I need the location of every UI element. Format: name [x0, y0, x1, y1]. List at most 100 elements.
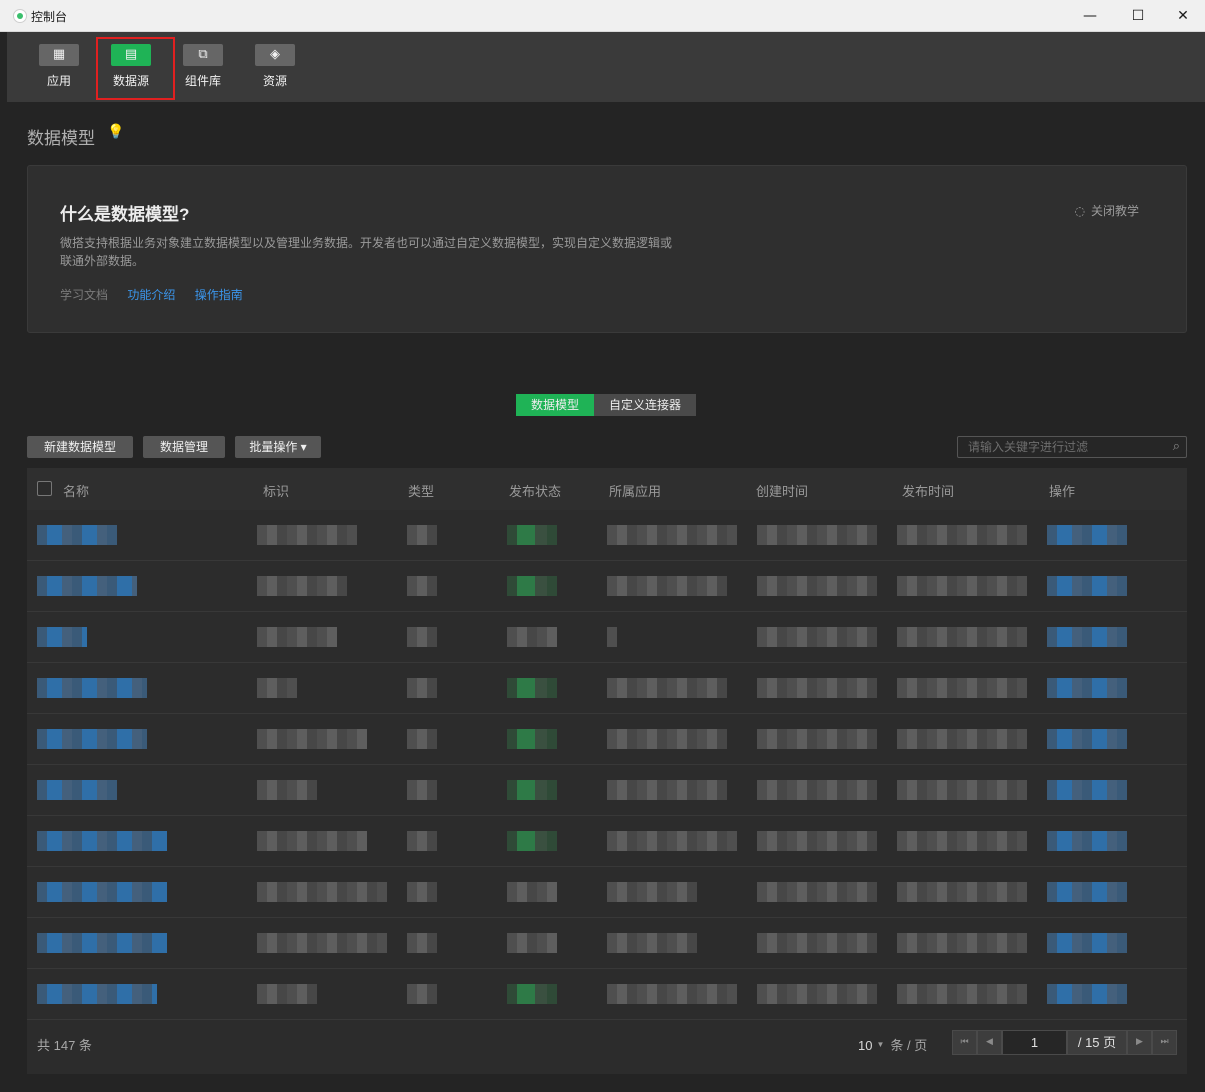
cell-name[interactable]: [37, 576, 137, 596]
table-row[interactable]: [27, 663, 1187, 714]
cell-name[interactable]: [37, 780, 117, 800]
tab-custom-connector[interactable]: 自定义连接器: [594, 394, 697, 416]
tab-data-model[interactable]: 数据模型: [516, 394, 595, 416]
prev-page-button[interactable]: ◀: [977, 1030, 1002, 1055]
cell-actions[interactable]: [1047, 831, 1127, 851]
column-header-created-time[interactable]: 创建时间: [756, 481, 808, 500]
cell-name[interactable]: [37, 882, 167, 902]
search-box: ⌕: [957, 436, 1187, 458]
cell-publish-status: [507, 525, 557, 545]
cell-identifier: [257, 831, 367, 851]
cell-name[interactable]: [37, 627, 87, 647]
table-row[interactable]: [27, 714, 1187, 765]
cell-actions[interactable]: [1047, 984, 1127, 1004]
cell-identifier: [257, 678, 297, 698]
lightbulb-icon[interactable]: 💡: [107, 124, 124, 142]
cell-actions[interactable]: [1047, 678, 1127, 698]
cell-name[interactable]: [37, 933, 167, 953]
toolbar-item-apps[interactable]: ▦ 应用: [29, 44, 89, 89]
cell-publish-status: [507, 780, 557, 800]
next-page-button[interactable]: ▶: [1127, 1030, 1152, 1055]
cell-app: [607, 627, 617, 647]
page-size-select[interactable]: 10 ▼ 条 / 页: [858, 1035, 927, 1054]
cell-actions[interactable]: [1047, 627, 1127, 647]
cell-actions[interactable]: [1047, 729, 1127, 749]
column-header-identifier[interactable]: 标识: [263, 481, 289, 500]
intro-card: 什么是数据模型? 微搭支持根据业务对象建立数据模型以及管理业务数据。开发者也可以…: [27, 165, 1187, 333]
cell-actions[interactable]: [1047, 780, 1127, 800]
toolbar-item-resources[interactable]: ◈ 资源: [245, 44, 305, 89]
first-page-button[interactable]: ⏮: [952, 1030, 977, 1055]
maximize-button[interactable]: ☐: [1115, 0, 1161, 32]
page-title: 数据模型: [27, 129, 95, 148]
cell-actions[interactable]: [1047, 576, 1127, 596]
cell-publish-status: [507, 678, 557, 698]
cell-actions[interactable]: [1047, 882, 1127, 902]
cell-name[interactable]: [37, 729, 147, 749]
highlight-annotation: [96, 37, 175, 100]
cell-type: [407, 576, 437, 596]
cell-published-time: [897, 984, 1027, 1004]
table-row[interactable]: [27, 510, 1187, 561]
new-model-button[interactable]: 新建数据模型: [27, 436, 133, 458]
column-header-name[interactable]: 名称: [63, 481, 89, 500]
table-row[interactable]: [27, 612, 1187, 663]
cell-type: [407, 933, 437, 953]
table-row[interactable]: [27, 765, 1187, 816]
table-row[interactable]: [27, 867, 1187, 918]
cell-identifier: [257, 882, 387, 902]
last-page-button[interactable]: ⏭: [1152, 1030, 1177, 1055]
select-all-checkbox[interactable]: [37, 481, 52, 496]
cell-actions[interactable]: [1047, 933, 1127, 953]
app-logo-icon: [13, 9, 27, 23]
column-header-type[interactable]: 类型: [408, 481, 434, 500]
table-row[interactable]: [27, 969, 1187, 1020]
cell-name[interactable]: [37, 831, 167, 851]
current-page-input[interactable]: 1: [1002, 1030, 1067, 1055]
model-tabs: 数据模型 自定义连接器: [516, 394, 697, 416]
data-model-table: 名称 标识 类型 发布状态 所属应用 创建时间 发布时间 操作 共 147 条 …: [27, 468, 1187, 1074]
cell-app: [607, 525, 737, 545]
table-row[interactable]: [27, 816, 1187, 867]
cell-type: [407, 882, 437, 902]
cell-created-time: [757, 627, 877, 647]
close-window-button[interactable]: ✕: [1160, 0, 1205, 32]
cell-type: [407, 831, 437, 851]
cell-publish-status: [507, 882, 557, 902]
cell-published-time: [897, 933, 1027, 953]
column-header-app[interactable]: 所属应用: [609, 481, 661, 500]
cell-name[interactable]: [37, 678, 147, 698]
column-header-actions[interactable]: 操作: [1049, 481, 1075, 500]
window-title: 控制台: [31, 10, 68, 24]
eye-off-icon: ◌: [1074, 204, 1085, 218]
cell-publish-status: [507, 627, 557, 647]
table-row[interactable]: [27, 918, 1187, 969]
toolbar-item-components[interactable]: ⧉ 组件库: [173, 44, 233, 89]
total-pages: / 15 页: [1067, 1030, 1127, 1055]
table-header: 名称 标识 类型 发布状态 所属应用 创建时间 发布时间 操作: [27, 468, 1187, 510]
cell-app: [607, 780, 727, 800]
cell-published-time: [897, 576, 1027, 596]
search-icon[interactable]: ⌕: [1173, 439, 1180, 454]
toolbar-item-label: 组件库: [184, 74, 221, 88]
cell-created-time: [757, 525, 877, 545]
batch-operations-dropdown[interactable]: 批量操作 ▾: [235, 436, 321, 458]
cell-app: [607, 678, 727, 698]
search-input[interactable]: [968, 439, 1158, 455]
cell-published-time: [897, 525, 1027, 545]
cell-type: [407, 678, 437, 698]
table-row[interactable]: [27, 561, 1187, 612]
close-tutorial-button[interactable]: ◌ 关闭教学: [1075, 202, 1140, 219]
column-header-publish-status[interactable]: 发布状态: [509, 481, 561, 500]
guide-link[interactable]: 操作指南: [195, 288, 243, 302]
cell-name[interactable]: [37, 984, 157, 1004]
cell-publish-status: [507, 729, 557, 749]
cell-created-time: [757, 729, 877, 749]
total-count: 共 147 条: [37, 1038, 92, 1053]
data-manage-button[interactable]: 数据管理: [143, 436, 225, 458]
column-header-published-time[interactable]: 发布时间: [902, 481, 954, 500]
features-link[interactable]: 功能介绍: [127, 288, 175, 302]
cell-name[interactable]: [37, 525, 117, 545]
cell-actions[interactable]: [1047, 525, 1127, 545]
minimize-button[interactable]: —: [1067, 0, 1113, 32]
